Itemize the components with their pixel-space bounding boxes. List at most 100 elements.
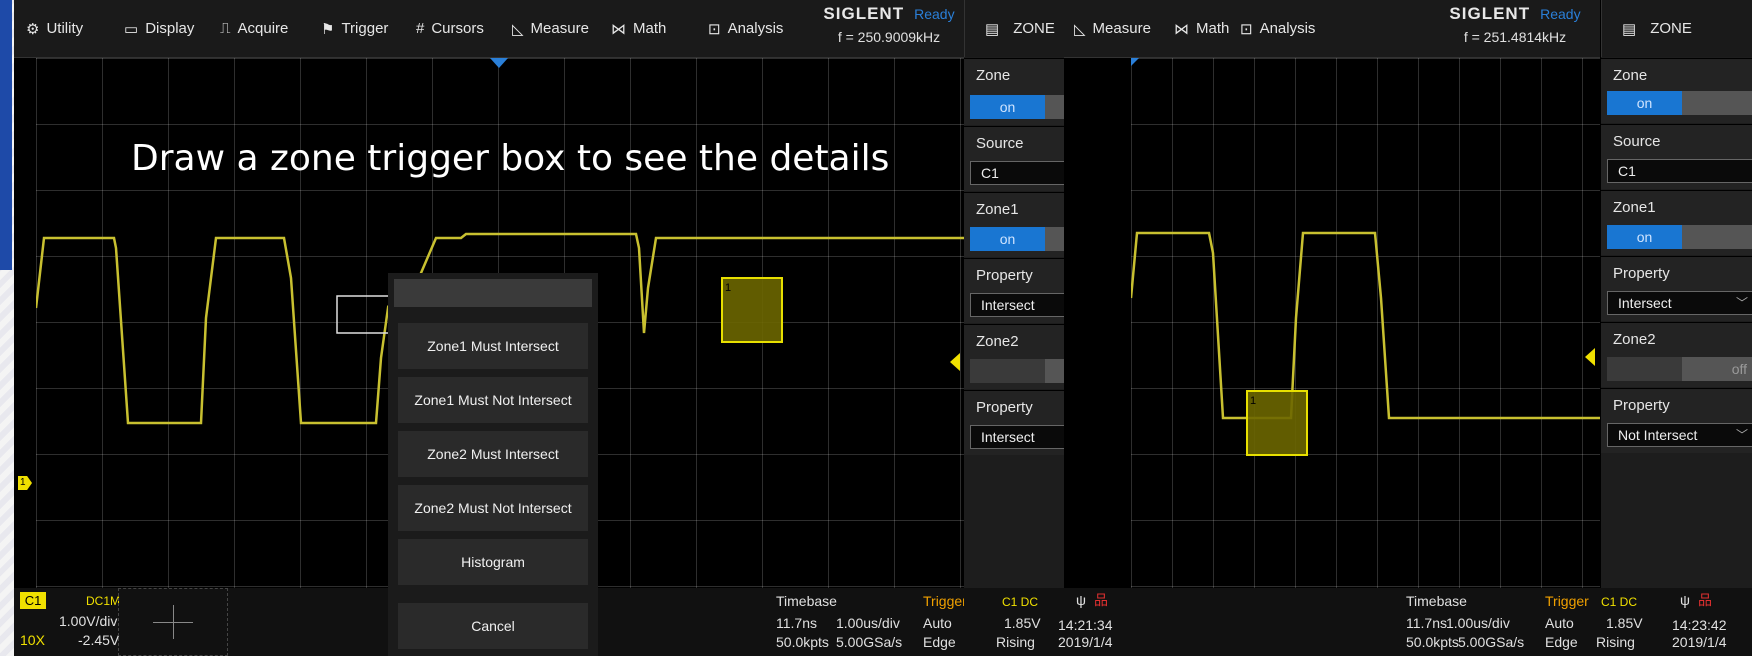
menu-cancel[interactable]: Cancel	[398, 603, 588, 649]
toolbar-cursors[interactable]: # Cursors	[416, 0, 484, 57]
right-property1-select[interactable]: Intersect ﹀	[1607, 291, 1752, 315]
channel1-marker-label: 1	[20, 477, 26, 488]
acquire-label: Acquire	[237, 20, 289, 37]
channel1-offset-marker[interactable]: 1	[18, 476, 32, 490]
measure-icon: ◺	[512, 20, 524, 38]
menu-zone2-must-not-intersect[interactable]: Zone2 Must Not Intersect	[398, 485, 588, 531]
right-zone1-toggle[interactable]: on	[1607, 225, 1752, 249]
right-toolbar-measure[interactable]: ◺ Measure	[1074, 0, 1151, 57]
right-trigger-level-marker	[1585, 348, 1595, 366]
right-zone1-box-label: 1	[1250, 395, 1256, 407]
right-zone-label: Zone	[1613, 67, 1648, 84]
menu-histogram[interactable]: Histogram	[398, 539, 588, 585]
right-trigger-level: 1.85V	[1606, 615, 1643, 631]
right-zone-group: Zone on	[1601, 58, 1752, 123]
toolbar-analysis[interactable]: ⊡ Analysis	[708, 0, 783, 57]
left-source-select[interactable]: C1	[970, 161, 1064, 185]
right-zone1-toggle-off	[1682, 225, 1752, 249]
left-zone1-toggle-on: on	[970, 227, 1045, 251]
toolbar-acquire[interactable]: ⎍ Acquire	[220, 0, 288, 57]
clock-date: 2019/1/4	[1058, 634, 1113, 650]
gear-icon: ⚙	[26, 20, 40, 38]
left-trigger-level-marker	[950, 353, 960, 371]
channel1-probe: 10X	[20, 632, 45, 648]
right-math-label: Math	[1196, 20, 1230, 37]
cursors-label: Cursors	[431, 20, 484, 37]
left-zone-toggle-on: on	[970, 95, 1045, 119]
left-zone1-group: Zone1 on	[964, 192, 1064, 257]
right-source-select[interactable]: C1	[1607, 159, 1752, 183]
add-channel-button[interactable]	[118, 588, 228, 656]
analysis-icon: ⊡	[1240, 20, 1253, 38]
toolbar-trigger[interactable]: ⚑ Trigger	[321, 0, 388, 57]
flag-icon: ⚑	[321, 20, 335, 38]
right-sample-rate: 5.00GSa/s	[1458, 634, 1525, 650]
left-property2-value: Intersect	[981, 429, 1035, 445]
slide-accent-bar	[0, 0, 12, 270]
channel1-badge[interactable]: C1	[20, 592, 46, 609]
chevron-down-icon: ﹀	[1735, 296, 1748, 310]
menu-zone1-must-intersect[interactable]: Zone1 Must Intersect	[398, 323, 588, 369]
right-property1-group: Property Intersect ﹀	[1601, 256, 1752, 321]
plus-icon-vertical	[173, 605, 174, 639]
right-zone2-toggle[interactable]: off	[1607, 357, 1752, 381]
channel1-badge-label: C1	[24, 593, 42, 608]
trigger-status-label: Trigger	[923, 593, 967, 609]
right-source-label: Source	[1613, 133, 1661, 150]
left-property1-value: Intersect	[981, 297, 1035, 313]
left-panel-title: ZONE	[1013, 20, 1055, 37]
left-ready-status: Ready	[914, 6, 955, 22]
left-zone2-toggle-off: off	[1045, 359, 1064, 383]
left-zone1-box-label: 1	[725, 282, 731, 294]
menu-zone2-must-intersect[interactable]: Zone2 Must Intersect	[398, 431, 588, 477]
right-clock-time: 14:23:42	[1672, 617, 1727, 633]
timebase-label: Timebase	[776, 593, 837, 609]
left-zone2-toggle[interactable]: off	[970, 359, 1064, 383]
zone-property-menu: Zone1 Must Intersect Zone1 Must Not Inte…	[388, 273, 598, 656]
left-property2-select[interactable]: Intersect﹀	[970, 425, 1064, 449]
right-points: 50.0kpts	[1406, 634, 1459, 650]
left-property2-label: Property	[976, 399, 1033, 416]
left-source-value: C1	[981, 165, 999, 181]
left-trigger-position-marker	[490, 58, 508, 68]
right-zone-toggle[interactable]: on	[1607, 91, 1752, 115]
left-brand-block: SIGLENT Ready f = 250.9009kHz	[814, 4, 964, 45]
channel1-coupling: DC1M	[86, 594, 121, 608]
math-label: Math	[633, 20, 667, 37]
siglent-logo: SIGLENT	[823, 4, 905, 23]
network-icon: 品	[1698, 592, 1712, 608]
measure-icon: ◺	[1074, 20, 1086, 38]
menu-zone1-must-not-intersect[interactable]: Zone1 Must Not Intersect	[398, 377, 588, 423]
left-source-group: Source C1	[964, 126, 1064, 191]
left-zone-toggle[interactable]: on	[970, 95, 1064, 119]
right-trigger-label: Trigger	[1545, 593, 1589, 609]
right-zone-toggle-on: on	[1607, 91, 1682, 115]
right-panel-header: ▤ ZONE	[1601, 0, 1752, 57]
right-property1-label: Property	[1613, 265, 1670, 282]
right-property2-select[interactable]: Not Intersect ﹀	[1607, 423, 1752, 447]
cursors-icon: #	[416, 20, 425, 37]
left-drawn-zone-box[interactable]	[336, 295, 390, 334]
left-zone2-toggle-on	[970, 359, 1045, 383]
left-property1-select[interactable]: Intersect﹀	[970, 293, 1064, 317]
right-trigger-position-marker	[1131, 58, 1139, 66]
right-trigger-type: Edge	[1545, 634, 1578, 650]
right-toolbar-analysis[interactable]: ⊡ Analysis	[1240, 0, 1315, 57]
right-time-div: 1.00us/div	[1446, 615, 1510, 631]
right-zone2-group: Zone2 off	[1601, 322, 1752, 387]
right-zone-panel: ▤ ZONE Zone on Source C1 Zone1 on Propert…	[1601, 0, 1752, 656]
toolbar-math[interactable]: ⋈ Math	[611, 0, 666, 57]
analysis-label: Analysis	[727, 20, 784, 37]
right-toolbar-math[interactable]: ⋈ Math	[1174, 0, 1229, 57]
right-toolbar: ◺ Measure ⋈ Math ⊡ Analysis SIGLENT Ready f …	[1060, 0, 1600, 58]
toolbar-utility[interactable]: ⚙ Utility	[26, 0, 83, 57]
left-zone1-toggle[interactable]: on	[970, 227, 1064, 251]
right-status-bar: Timebase 11.7ns 1.00us/div 50.0kpts 5.00…	[1060, 588, 1752, 656]
toolbar-display[interactable]: ▭ Display	[124, 0, 194, 57]
left-zone-label: Zone	[976, 67, 1011, 84]
toolbar-measure[interactable]: ◺ Measure	[512, 0, 589, 57]
right-analysis-label: Analysis	[1259, 20, 1316, 37]
network-icon: 品	[1094, 592, 1108, 608]
right-frequency-readout: f = 251.4814kHz	[1463, 29, 1567, 45]
right-waveform-grid[interactable]: 1	[1131, 58, 1600, 588]
